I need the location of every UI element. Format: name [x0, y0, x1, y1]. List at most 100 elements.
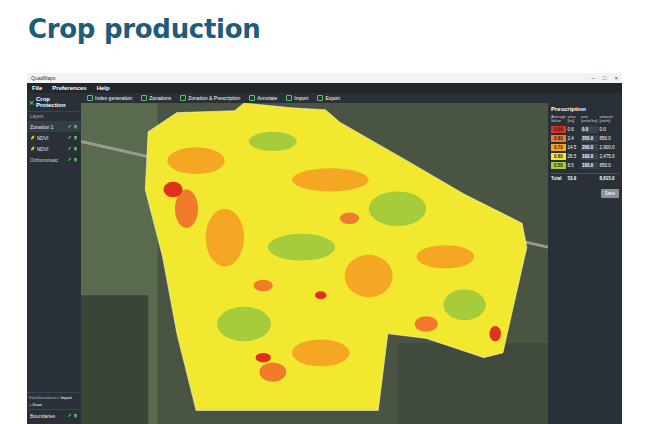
zone-area	[415, 316, 438, 331]
column-header: rate [units/ha]	[581, 115, 598, 124]
layer-name: Zonation 1	[30, 124, 65, 130]
toolbar-button[interactable]: Annotate	[249, 95, 277, 101]
toolbar-button[interactable]: Export	[317, 95, 339, 101]
area-cell: 0.6	[568, 127, 580, 132]
toolbar-button[interactable]: Zonation & Prescription	[180, 95, 240, 101]
map[interactable]	[81, 103, 548, 424]
trash-icon[interactable]	[73, 413, 78, 418]
layer-name: Orthomosaic	[30, 157, 65, 163]
close-button[interactable]: ✕	[29, 99, 34, 106]
zone-area	[363, 112, 378, 120]
zone-area	[217, 307, 271, 342]
pencil-icon[interactable]	[67, 157, 72, 162]
pencil-icon[interactable]	[67, 135, 72, 140]
toolbar-button[interactable]: Import	[286, 95, 308, 101]
trash-icon[interactable]	[73, 135, 78, 140]
menu-item[interactable]: Help	[97, 85, 110, 91]
toolbar-button[interactable]: Zonations	[141, 95, 171, 101]
area-cell: 8.5	[568, 163, 580, 168]
rate-field[interactable]: 200.0	[581, 144, 598, 151]
pencil-icon[interactable]	[67, 124, 72, 129]
layer-name: NDVI	[37, 146, 66, 152]
zone-area	[369, 191, 427, 226]
rate-field[interactable]: 350.0	[581, 135, 598, 142]
boundaries-bar: Field boundaries Import + Draw	[27, 392, 81, 409]
zone-value: 0.60	[551, 153, 566, 160]
zone-area	[417, 245, 475, 268]
amount-cell: 2,475.0	[600, 154, 620, 159]
zone-area	[490, 326, 502, 341]
tool-icon	[87, 95, 93, 101]
area-cell: 2.4	[568, 136, 580, 141]
table-row: 0.80 2.4 350.0 850.0	[551, 135, 619, 143]
zone-area	[256, 353, 271, 363]
toolbar-button[interactable]: Index generation	[87, 95, 132, 101]
total-label: Total	[551, 176, 566, 181]
table-header: Average Valuearea [ha]rate [units/ha]amo…	[551, 115, 619, 124]
slide-header: Crop production	[0, 0, 650, 73]
zone-value: 0.50	[551, 162, 566, 169]
menu-item[interactable]: Preferences	[52, 85, 86, 91]
table-row: 0.60 26.5 100.0 2,475.0	[551, 153, 619, 161]
save-button[interactable]: Save	[601, 189, 619, 198]
window-control[interactable]: □	[603, 75, 607, 81]
menu-bar: File Preferences Help	[27, 83, 622, 93]
layer-item[interactable]: Zonation 1	[27, 121, 81, 132]
zone-value: 0.80	[551, 135, 566, 142]
rate-field[interactable]: 0.0	[581, 126, 598, 133]
toolbar: Index generation Zonations Zonation & Pres…	[81, 93, 622, 103]
zone-value: 0.90	[551, 126, 566, 133]
area-cell: 14.5	[568, 145, 580, 150]
content: Prescription Average Valuearea [ha]rate …	[81, 103, 622, 424]
zone-area	[292, 339, 350, 366]
boundary-name: Boundaries	[30, 413, 65, 419]
zone-area	[443, 289, 485, 320]
table-row: 0.90 0.6 0.0 0.0	[551, 126, 619, 134]
zone-value: 0.70	[551, 144, 566, 151]
pencil-icon[interactable]	[67, 413, 72, 418]
title-bar: QuadMaps – □ ×	[27, 73, 622, 83]
amount-cell: 0.0	[600, 127, 620, 132]
table-row: 0.50 8.5 100.0 850.0	[551, 162, 619, 170]
area-cell: 26.5	[568, 154, 580, 159]
layer-item[interactable]: NDVI	[27, 132, 81, 143]
zone-area	[167, 147, 225, 174]
zone-area	[163, 182, 182, 197]
layers-label: Layers	[27, 111, 81, 121]
zone-area	[249, 132, 297, 151]
tool-icon	[317, 95, 323, 101]
boundary-item[interactable]: Boundaries	[27, 409, 81, 421]
app-window: QuadMaps – □ × File Preferences Help ✕ Crop …	[27, 73, 622, 424]
sidebar: ✕ Crop Protection Layers Zonation 1 NDVI…	[27, 93, 81, 424]
window-title: QuadMaps	[31, 75, 55, 81]
rate-field[interactable]: 100.0	[581, 153, 598, 160]
amount-cell: 2,900.0	[600, 145, 620, 150]
tool-icon	[180, 95, 186, 101]
boundaries-label: Field boundaries	[29, 395, 59, 400]
main-area: Index generation Zonations Zonation & Pres…	[81, 93, 622, 424]
rate-field[interactable]: 100.0	[581, 162, 598, 169]
menu-item[interactable]: File	[32, 85, 42, 91]
window-control[interactable]: –	[592, 75, 595, 81]
leaf-icon	[30, 135, 35, 140]
boundary-button[interactable]: Import	[61, 395, 72, 400]
zone-area	[268, 234, 335, 261]
column-header: area [ha]	[568, 115, 580, 124]
tool-icon	[141, 95, 147, 101]
sidebar-title: Crop Protection	[36, 96, 79, 108]
zone-map	[81, 103, 548, 424]
trash-icon[interactable]	[73, 157, 78, 162]
leaf-icon	[30, 146, 35, 151]
pencil-icon[interactable]	[67, 146, 72, 151]
table-row: 0.70 14.5 200.0 2,900.0	[551, 144, 619, 152]
layer-item[interactable]: NDVI	[27, 143, 81, 154]
app-body: ✕ Crop Protection Layers Zonation 1 NDVI…	[27, 93, 622, 424]
total-row: Total 53.9 8,615.0	[551, 173, 619, 183]
window-controls: – □ ×	[592, 75, 618, 81]
boundary-button[interactable]: + Draw	[29, 402, 42, 407]
trash-icon[interactable]	[73, 124, 78, 129]
window-control[interactable]: ×	[614, 75, 618, 81]
zone-area	[315, 291, 327, 299]
trash-icon[interactable]	[73, 146, 78, 151]
layer-item[interactable]: Orthomosaic	[27, 154, 81, 165]
